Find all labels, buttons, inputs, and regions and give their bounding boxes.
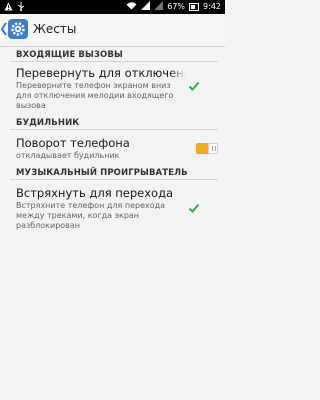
settings-gear-icon[interactable] bbox=[8, 19, 28, 39]
status-left-icons bbox=[4, 2, 25, 11]
item-subtitle-line-3: разблокирован bbox=[16, 221, 81, 230]
clock: 9:42 bbox=[203, 2, 221, 11]
item-subtitle-line-1: Переверните телефон экраном вниз bbox=[16, 81, 171, 90]
checkbox-checked-icon[interactable] bbox=[188, 202, 200, 214]
item-subtitle-line-2: между треками, когда экран bbox=[16, 211, 140, 220]
section-header-incoming-calls: ВХОДЯЩИЕ ВЫЗОВЫ bbox=[16, 50, 123, 60]
signal-icon-2 bbox=[154, 1, 164, 12]
title-fade bbox=[170, 66, 186, 80]
toggle-knob bbox=[208, 143, 218, 154]
signal-icon bbox=[141, 1, 151, 12]
section-header-music-player: МУЗЫКАЛЬНЫЙ ПРОИГРЫВАТЕЛЬ bbox=[16, 168, 188, 178]
item-title: Перевернуть для отключения bbox=[16, 66, 186, 80]
battery-icon bbox=[189, 2, 200, 11]
back-chevron-icon[interactable] bbox=[1, 22, 7, 36]
action-bar: Жесты bbox=[0, 14, 225, 47]
item-subtitle-line-1: Встряхните телефон для перехода bbox=[16, 201, 166, 210]
warning-icon bbox=[4, 2, 13, 11]
toggle-switch[interactable] bbox=[196, 143, 218, 154]
checkbox-checked-icon[interactable] bbox=[188, 80, 200, 92]
wifi-icon bbox=[126, 1, 137, 12]
status-bar: 67% 9:42 bbox=[0, 0, 225, 14]
page-title: Жесты bbox=[33, 22, 77, 36]
item-subtitle-line-1: откладывает будильник bbox=[16, 151, 120, 160]
usb-icon bbox=[17, 2, 25, 11]
item-subtitle-line-2: для отключения мелодии входящего bbox=[16, 91, 174, 100]
section-header-alarm: БУДИЛЬНИК bbox=[16, 118, 80, 128]
battery-percent: 67% bbox=[167, 2, 186, 11]
section-divider bbox=[10, 61, 218, 62]
item-title: Встряхнуть для перехода bbox=[16, 186, 174, 200]
status-right-icons: 67% 9:42 bbox=[126, 1, 221, 12]
item-subtitle-line-3: вызова bbox=[16, 101, 46, 110]
item-title: Поворот телефона bbox=[16, 136, 130, 150]
section-divider bbox=[10, 179, 218, 180]
section-divider bbox=[10, 129, 218, 130]
